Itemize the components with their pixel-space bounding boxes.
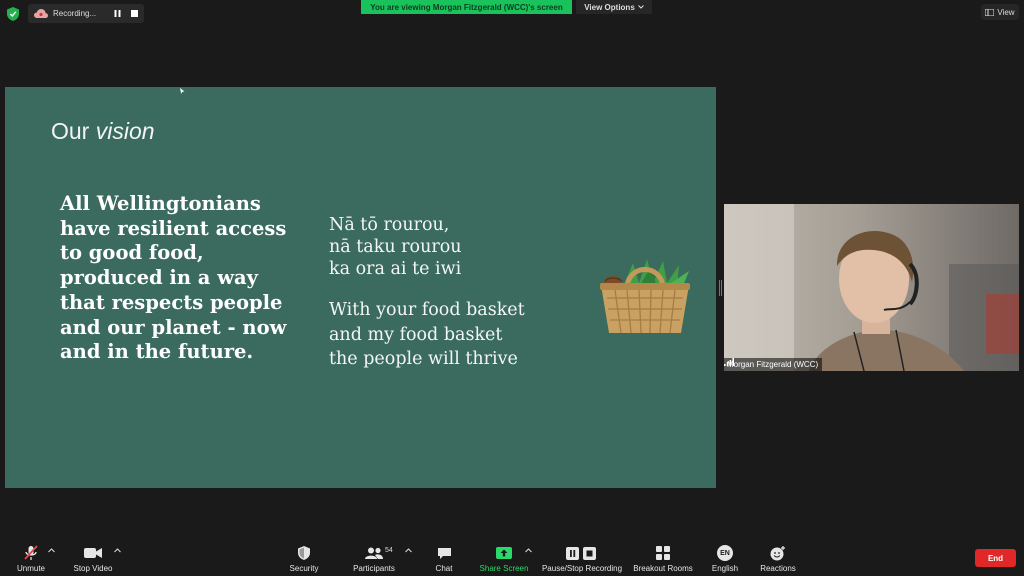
maori-proverb: Nā tō rourou, nā taku rourou ka ora ai t… (329, 214, 589, 280)
language-interpretation-button[interactable]: EN English (706, 536, 744, 576)
stop-video-button[interactable]: Stop Video (70, 536, 116, 576)
english-line: and my food basket (329, 324, 503, 345)
participants-options-caret-icon[interactable] (405, 548, 412, 553)
slide-title-italic: vision (95, 118, 155, 144)
participant-name-tag: Morgan Fitzgerald (WCC) (724, 358, 823, 371)
reactions-label: Reactions (760, 564, 796, 573)
share-screen-button[interactable]: Share Screen (478, 536, 530, 576)
shield-icon (295, 545, 313, 561)
share-screen-label: Share Screen (479, 564, 529, 573)
grid-view-icon (985, 8, 995, 16)
shared-screen: Our vision All Wellingtonians have resil… (5, 87, 716, 488)
view-button[interactable]: View (981, 4, 1019, 20)
slide-title: Our vision (51, 118, 155, 145)
recording-indicator: Recording... (28, 4, 144, 23)
chat-button[interactable]: Chat (428, 536, 460, 576)
security-label: Security (289, 564, 319, 573)
language-code: EN (717, 545, 733, 561)
pause-icon[interactable] (113, 9, 122, 18)
breakout-rooms-label: Breakout Rooms (633, 564, 693, 573)
chat-label: Chat (435, 564, 453, 573)
participants-label: Participants (353, 564, 395, 573)
breakout-rooms-button[interactable]: Breakout Rooms (630, 536, 696, 576)
share-options-caret-icon[interactable] (525, 548, 532, 553)
language-globe-icon: EN (716, 545, 734, 561)
participant-video[interactable]: Morgan Fitzgerald (WCC) (724, 204, 1019, 371)
maori-line: ka ora ai te iwi (329, 259, 462, 279)
reactions-button[interactable]: Reactions (756, 536, 800, 576)
meeting-toolbar: Unmute Stop Video Security Participants … (0, 536, 1024, 576)
view-label: View (997, 7, 1015, 17)
cloud-recording-icon (34, 9, 48, 18)
participants-icon (365, 545, 383, 561)
english-translation: With your food basket and my food basket… (329, 298, 589, 372)
unmute-button[interactable]: Unmute (10, 536, 52, 576)
recording-controls-icon (566, 545, 598, 561)
english-line: With your food basket (329, 300, 525, 320)
viewing-banner: You are viewing Morgan Fitzgerald (WCC)'… (361, 0, 572, 14)
vision-statement: All Wellingtonians have resilient access… (60, 192, 287, 364)
share-screen-icon (495, 545, 513, 561)
participants-count: 54 (385, 547, 393, 554)
food-basket-icon (600, 259, 690, 334)
chevron-down-icon (637, 5, 644, 9)
english-line: the people will thrive (329, 349, 518, 369)
audio-options-caret-icon[interactable] (48, 548, 55, 553)
chat-bubble-icon (435, 545, 453, 561)
stop-video-label: Stop Video (73, 564, 113, 573)
participant-video-frame (724, 204, 1019, 371)
pause-stop-recording-label: Pause/Stop Recording (541, 564, 623, 573)
unmute-label: Unmute (16, 564, 45, 573)
view-options-button[interactable]: View Options (576, 0, 652, 14)
pause-stop-recording-button[interactable]: Pause/Stop Recording (540, 536, 624, 576)
mouse-cursor-icon (180, 88, 185, 94)
muted-microphone-icon (22, 545, 40, 561)
smiley-plus-icon (769, 545, 787, 561)
recording-label: Recording... (53, 9, 97, 18)
security-button[interactable]: Security (285, 536, 323, 576)
signal-strength-icon (724, 358, 734, 366)
participant-name: Morgan Fitzgerald (WCC) (727, 360, 819, 369)
participants-button[interactable]: Participants (350, 536, 398, 576)
video-camera-icon (84, 545, 102, 561)
english-label: English (711, 564, 739, 573)
end-meeting-button[interactable]: End (975, 549, 1016, 567)
shield-icon[interactable] (7, 7, 19, 21)
stop-icon[interactable] (130, 9, 139, 18)
view-options-label: View Options (584, 2, 635, 12)
breakout-rooms-icon (654, 545, 672, 561)
panel-resize-handle[interactable] (719, 280, 722, 296)
maori-line: Nā tō rourou, (329, 215, 450, 235)
maori-line: nā taku rourou (329, 237, 462, 257)
slide-title-plain: Our (51, 118, 96, 144)
video-options-caret-icon[interactable] (114, 548, 121, 553)
